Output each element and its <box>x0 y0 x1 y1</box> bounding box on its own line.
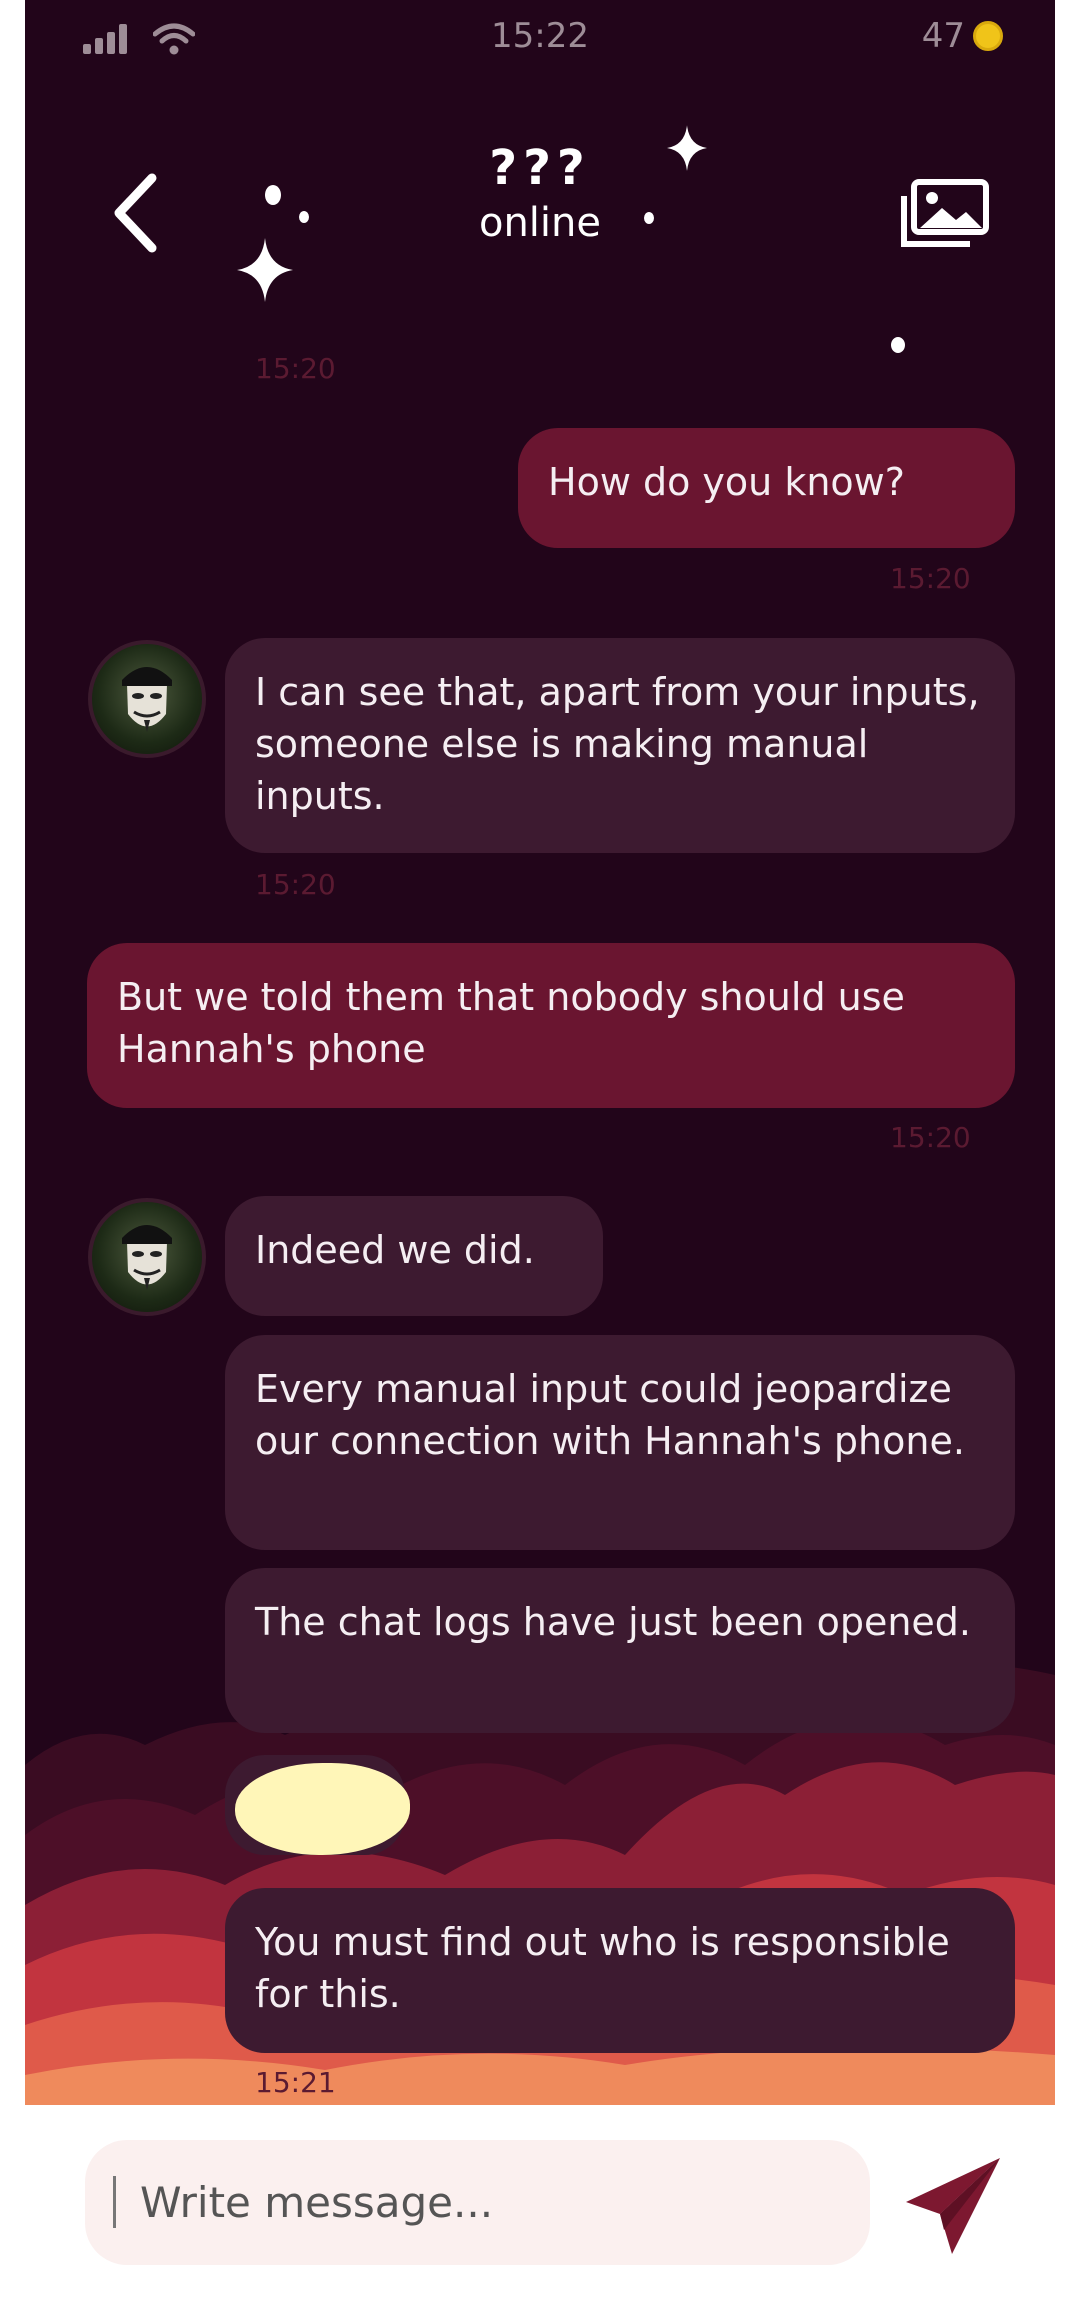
sparkle-dot <box>265 185 281 205</box>
message-input[interactable]: Write message... <box>85 2140 870 2265</box>
avatar <box>88 1198 206 1316</box>
send-icon[interactable] <box>900 2150 1010 2260</box>
redaction-blob <box>235 1763 410 1855</box>
message-bubble-incoming: Indeed we did. <box>225 1196 603 1316</box>
message-input-placeholder: Write message... <box>140 2178 494 2227</box>
battery-indicator: 47 <box>922 16 1003 56</box>
battery-level: 47 <box>921 16 965 56</box>
sparkle-icon <box>237 238 293 302</box>
message-timestamp: 15:20 <box>890 1121 971 1154</box>
mask-icon <box>122 1225 172 1290</box>
status-bar: 15:22 47 <box>25 0 1055 80</box>
message-bubble-incoming: Every manual input could jeopardize our … <box>225 1335 1015 1550</box>
chat-screen: 15:22 47 ??? online 15:20 How do you kno… <box>25 0 1055 2105</box>
message-timestamp: 15:20 <box>255 352 336 385</box>
sparkle-icon <box>667 125 707 171</box>
text-caret <box>113 2176 116 2228</box>
avatar <box>88 640 206 758</box>
message-bubble-incoming: You must find out who is responsible for… <box>225 1888 1015 2053</box>
sparkle-dot <box>299 211 309 223</box>
message-bubble-incoming: I can see that, apart from your inputs, … <box>225 638 1015 853</box>
message-bubble-incoming: The chat logs have just been opened. <box>225 1568 1015 1733</box>
mask-icon <box>122 667 172 732</box>
message-timestamp: 15:20 <box>890 562 971 595</box>
status-time: 15:22 <box>491 16 589 56</box>
gallery-icon[interactable] <box>900 178 990 250</box>
coin-icon <box>973 21 1003 51</box>
message-bubble-outgoing: How do you know? <box>518 428 1015 548</box>
redacted-message-bubble <box>225 1755 410 1855</box>
sparkle-dot <box>891 337 905 353</box>
message-timestamp: 15:20 <box>255 868 336 901</box>
sparkle-dot <box>644 212 654 224</box>
message-timestamp: 15:21 <box>255 2066 336 2099</box>
message-bubble-outgoing: But we told them that nobody should use … <box>87 943 1015 1108</box>
